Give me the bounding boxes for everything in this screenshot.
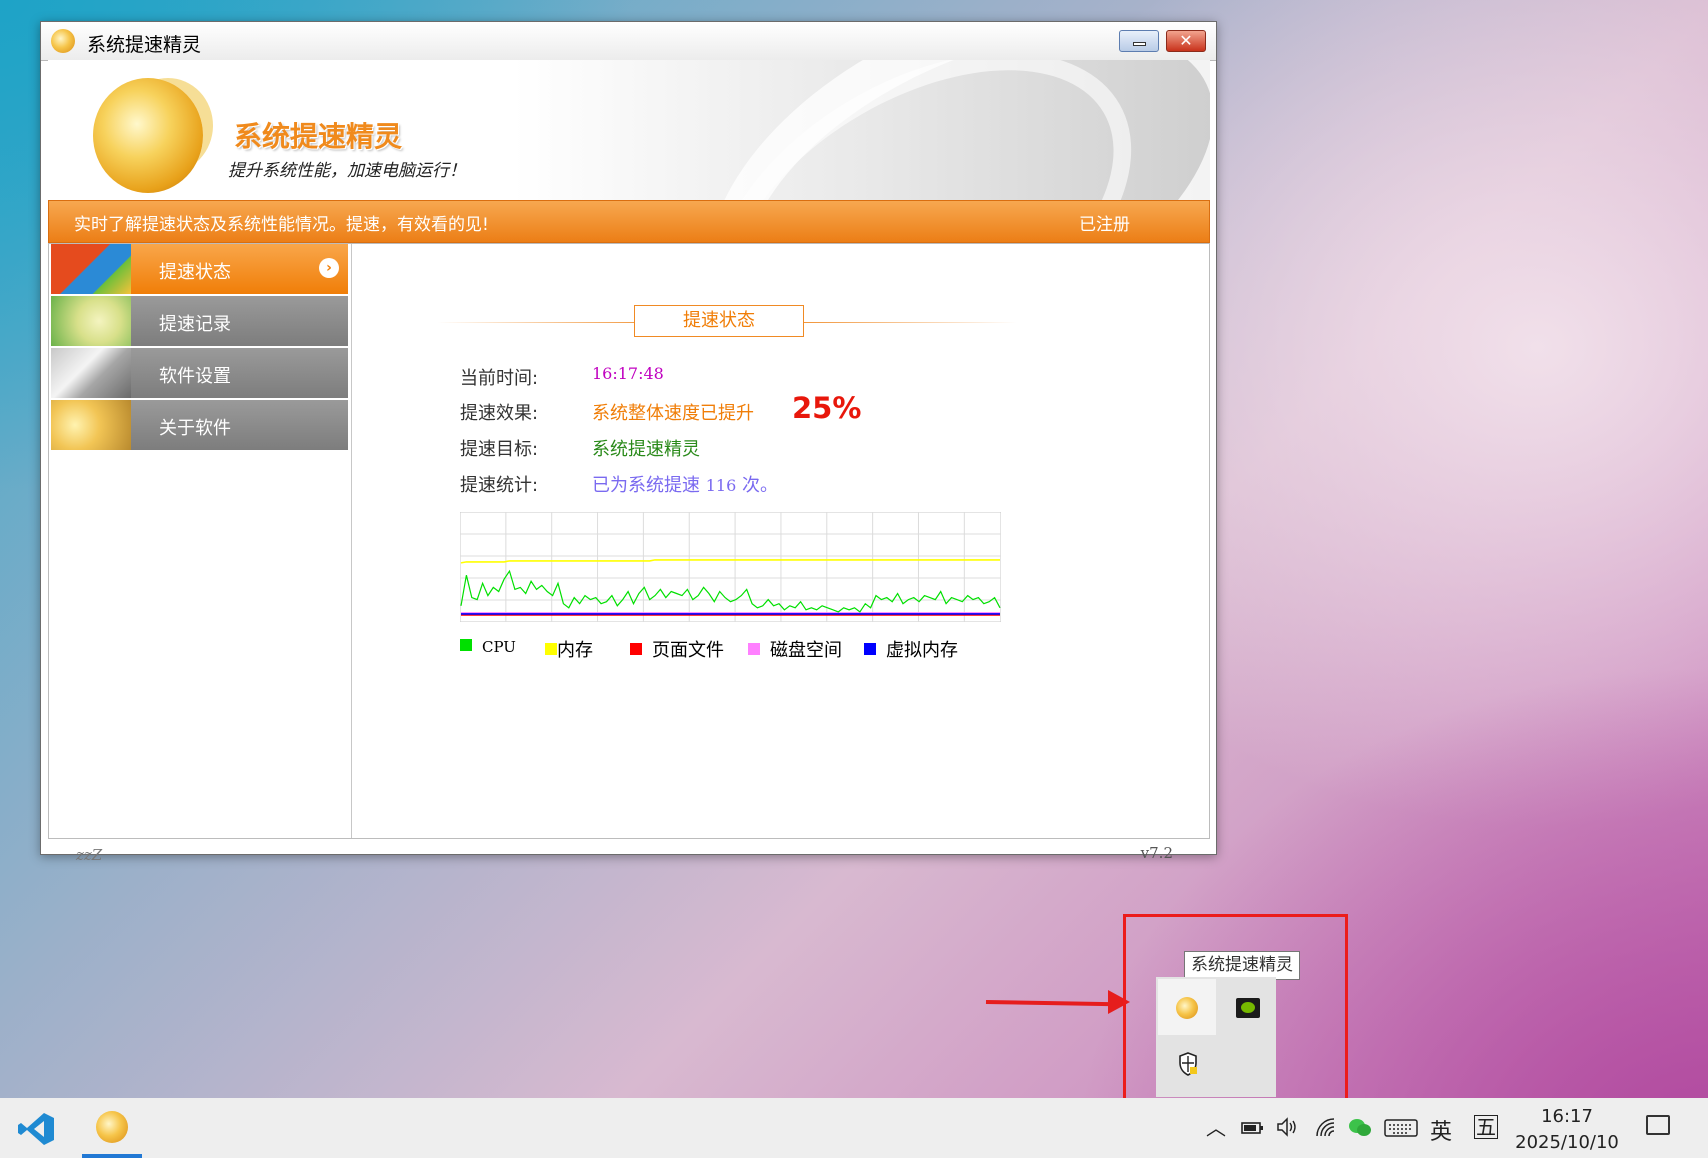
annotation-arrow-shaft	[985, 1000, 1117, 1007]
clock-time: 16:17	[1541, 1106, 1593, 1127]
active-app-indicator	[82, 1154, 142, 1158]
legend-swatch	[748, 643, 760, 655]
ime-language-indicator[interactable]: 英	[1430, 1114, 1452, 1146]
speed-stats-count: 116	[705, 476, 737, 495]
taskbar-speedup-app[interactable]	[82, 1098, 142, 1158]
keyboard-icon[interactable]	[1384, 1118, 1418, 1138]
section-title: 提速状态	[634, 305, 804, 337]
sidebar: 提速状态 › 提速记录 软件设置 关于软件	[49, 244, 352, 838]
ime-mode-indicator[interactable]: 五	[1474, 1115, 1498, 1139]
wifi-icon[interactable]	[1314, 1116, 1338, 1138]
clock-date: 2025/10/10	[1515, 1132, 1619, 1153]
speed-stats-value: 已为系统提速 116 次。	[592, 471, 778, 497]
wechat-icon[interactable]	[1348, 1116, 1372, 1138]
status-panel: 提速状态 当前时间: 16:17:48 提速效果: 系统整体速度已提升 25% …	[352, 244, 1209, 838]
sidebar-item-speed-status[interactable]: 提速状态 ›	[51, 244, 348, 296]
taskbar: ︿ 英 五 16:17 2025/10/10	[0, 1098, 1708, 1158]
legend-item-cpu: CPU	[460, 636, 516, 657]
info-tip: 实时了解提速状态及系统性能情况。提速，有效看的见!	[74, 215, 489, 235]
banner-title: 系统提速精灵	[234, 120, 403, 153]
battery-plug-icon[interactable]	[1240, 1118, 1264, 1136]
app-logo-large-icon	[93, 78, 203, 193]
registration-status: 已注册	[1079, 215, 1130, 235]
close-button[interactable]: ✕	[1166, 30, 1206, 52]
app-logo-icon	[51, 29, 75, 53]
legend-label: 内存	[557, 640, 593, 661]
taskbar-vscode[interactable]	[0, 1098, 70, 1158]
legend-label: 虚拟内存	[886, 640, 958, 661]
minimize-button[interactable]	[1119, 30, 1159, 52]
vscode-icon	[18, 1113, 54, 1145]
speed-target-value: 系统提速精灵	[592, 439, 700, 460]
legend-item-pagefile: 页面文件	[630, 636, 724, 662]
version-label: v7.2	[1140, 844, 1173, 862]
legend-item-virtual-memory: 虚拟内存	[864, 636, 958, 662]
chart-legend: CPU 内存 页面文件 磁盘空间 虚拟内存	[460, 636, 1020, 662]
current-time-value: 16:17:48	[592, 364, 664, 383]
legend-item-disk-space: 磁盘空间	[748, 636, 842, 662]
show-hidden-icons-chevron-icon[interactable]: ︿	[1206, 1112, 1226, 1141]
speed-stats-prefix: 已为系统提速	[592, 475, 700, 496]
legend-swatch	[864, 643, 876, 655]
legend-item-memory: 内存	[545, 636, 593, 662]
tools-icon	[51, 348, 131, 398]
title-bar[interactable]: 系统提速精灵 ✕	[41, 22, 1216, 61]
status-bar: zzZ v7.2	[48, 839, 1210, 864]
taskbar-clock[interactable]: 16:17 2025/10/10	[1512, 1104, 1622, 1156]
sidebar-item-label: 提速状态	[159, 262, 231, 283]
performance-chart-svg	[459, 511, 1002, 623]
legend-label: CPU	[482, 638, 516, 656]
sidebar-item-settings[interactable]: 软件设置	[51, 348, 348, 400]
legend-swatch	[630, 643, 642, 655]
header-banner: 系统提速精灵 提升系统性能，加速电脑运行！	[48, 60, 1210, 200]
speedup-app-icon	[96, 1111, 128, 1143]
chart-background	[459, 511, 1002, 623]
sidebar-item-about[interactable]: 关于软件	[51, 400, 348, 452]
status-left-text: zzZ	[76, 846, 103, 864]
speed-stats-label: 提速统计:	[460, 475, 539, 496]
window-title: 系统提速精灵	[87, 34, 202, 56]
speed-effect-label: 提速效果:	[460, 403, 539, 424]
notification-center-icon[interactable]	[1646, 1115, 1670, 1135]
info-bar: 实时了解提速状态及系统性能情况。提速，有效看的见! 已注册	[48, 200, 1210, 243]
sidebar-item-speed-records[interactable]: 提速记录	[51, 296, 348, 348]
windows-logo-icon	[51, 244, 131, 294]
about-icon	[51, 400, 131, 450]
current-time-label: 当前时间:	[460, 368, 539, 389]
performance-chart	[459, 511, 1002, 623]
speed-target-label: 提速目标:	[460, 439, 539, 460]
legend-label: 页面文件	[652, 640, 724, 661]
content-area: 提速状态 › 提速记录 软件设置 关于软件 提速状态 当前时间: 16:17:4…	[48, 243, 1210, 839]
record-icon	[51, 296, 131, 346]
app-window: 系统提速精灵 ✕ 系统提速精灵 提升系统性能，加速电脑运行！ 实时了解提速状态及…	[40, 21, 1217, 864]
speed-effect-value: 系统整体速度已提升	[592, 403, 754, 424]
legend-label: 磁盘空间	[770, 640, 842, 661]
volume-icon[interactable]	[1276, 1116, 1300, 1138]
chevron-right-icon: ›	[319, 258, 339, 278]
legend-swatch	[460, 639, 472, 651]
legend-swatch	[545, 643, 557, 655]
banner-subtitle: 提升系统性能，加速电脑运行！	[228, 161, 466, 181]
sidebar-item-label: 软件设置	[159, 366, 231, 387]
sidebar-item-label: 提速记录	[159, 314, 231, 335]
speed-effect-percent: 25%	[792, 391, 862, 425]
sidebar-item-label: 关于软件	[159, 418, 231, 439]
speed-stats-suffix: 次。	[742, 475, 779, 496]
